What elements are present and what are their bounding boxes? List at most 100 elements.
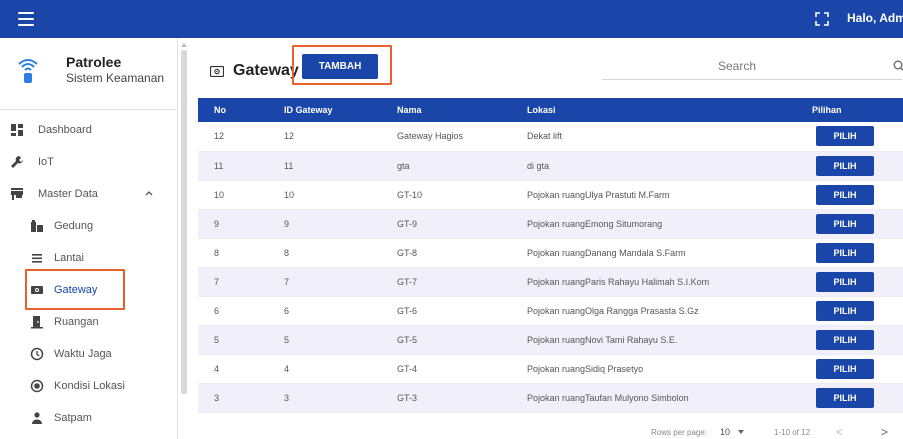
cell-action: PILIH: [796, 180, 903, 210]
gateway-icon: [210, 65, 224, 77]
table-row: 12 12 Gateway Hagios Dekat lift PILIH: [198, 122, 903, 152]
cell-lokasi: Pojokan ruangOlga Rangga Prasasta S.Gz: [511, 296, 796, 326]
add-button-highlight: [292, 45, 392, 85]
table-row: 3 3 GT-3 Pojokan ruangTaufan Mulyono Sim…: [198, 383, 903, 413]
column-header-no[interactable]: No: [198, 98, 268, 122]
brand-title: Patrolee: [66, 54, 122, 70]
cell-lokasi: Pojokan ruangNovi Tami Rahayu S.E.: [511, 325, 796, 355]
sidebar-item-label: IoT: [38, 156, 54, 168]
table-header-row: No ID Gateway Nama Lokasi Pilihan: [198, 98, 903, 122]
cell-action: PILIH: [796, 209, 903, 239]
sidebar-item-waktu-jaga[interactable]: Waktu Jaga: [0, 338, 178, 370]
cell-nama: GT-3: [381, 383, 511, 413]
search-field[interactable]: [602, 54, 903, 80]
table-row: 11 11 gta di gta PILIH: [198, 151, 903, 181]
door-icon: [31, 316, 43, 329]
cell-nama: GT-9: [381, 209, 511, 239]
cell-nama: GT-10: [381, 180, 511, 210]
page-range: 1-10 of 12: [774, 428, 811, 437]
pilih-button[interactable]: PILIH: [816, 126, 874, 147]
cell-id: 7: [268, 267, 381, 297]
page-title-text: Gateway: [233, 62, 299, 79]
cell-no: 4: [198, 354, 268, 384]
table-row: 7 7 GT-7 Pojokan ruangParis Rahayu Halim…: [198, 267, 903, 297]
cell-action: PILIH: [796, 267, 903, 297]
top-app-bar: Halo, Admin: [0, 0, 903, 38]
pilih-button[interactable]: PILIH: [816, 358, 874, 379]
cell-no: 12: [198, 122, 268, 152]
fullscreen-icon[interactable]: [815, 12, 829, 26]
cell-nama: gta: [381, 151, 511, 181]
cell-no: 3: [198, 383, 268, 413]
cell-id: 3: [268, 383, 381, 413]
clock-icon: [30, 347, 44, 361]
column-header-nama[interactable]: Nama: [381, 98, 511, 122]
rows-per-page-select[interactable]: 10: [720, 427, 745, 437]
sidebar-item-gedung[interactable]: Gedung: [0, 210, 178, 242]
wifi-logo-icon: [18, 59, 38, 83]
sidebar-scrollbar[interactable]: [181, 50, 187, 394]
radio-icon: [30, 379, 44, 393]
sidebar-item-kondisi-lokasi[interactable]: Kondisi Lokasi: [0, 370, 178, 402]
pilih-button[interactable]: PILIH: [816, 387, 874, 408]
prev-page-button[interactable]: <: [836, 425, 843, 439]
column-header-lokasi[interactable]: Lokasi: [511, 98, 796, 122]
pilih-button[interactable]: PILIH: [816, 213, 874, 234]
pilih-button[interactable]: PILIH: [816, 155, 874, 176]
cell-lokasi: Pojokan ruangParis Rahayu Halimah S.I.Ko…: [511, 267, 796, 297]
table-row: 4 4 GT-4 Pojokan ruangSidiq Prasetyo PIL…: [198, 354, 903, 384]
column-header-id-gateway[interactable]: ID Gateway: [268, 98, 381, 122]
sidebar-item-label: Waktu Jaga: [54, 348, 112, 360]
cell-id: 12: [268, 122, 381, 152]
cell-action: PILIH: [796, 151, 903, 181]
sidebar-item-label: Kondisi Lokasi: [54, 380, 125, 392]
pilih-button[interactable]: PILIH: [816, 242, 874, 263]
rows-per-page-value: 10: [720, 427, 731, 437]
pilih-button[interactable]: PILIH: [816, 184, 874, 205]
sidebar-item-iot[interactable]: IoT: [0, 146, 178, 178]
cell-nama: GT-8: [381, 238, 511, 268]
sidebar-item-master-data[interactable]: Master Data: [0, 178, 178, 210]
search-icon[interactable]: [893, 60, 903, 72]
person-icon: [32, 412, 42, 424]
sidebar-item-dashboard[interactable]: Dashboard: [0, 114, 178, 146]
table-row: 10 10 GT-10 Pojokan ruangUlya Prastuti M…: [198, 180, 903, 210]
cell-action: PILIH: [796, 238, 903, 268]
cell-no: 11: [198, 151, 268, 181]
pilih-button[interactable]: PILIH: [816, 300, 874, 321]
pilih-button[interactable]: PILIH: [816, 329, 874, 350]
menu-icon[interactable]: [18, 12, 34, 26]
cell-lokasi: di gta: [511, 151, 796, 181]
table-row: 5 5 GT-5 Pojokan ruangNovi Tami Rahayu S…: [198, 325, 903, 355]
sidebar-item-ruangan[interactable]: Ruangan: [0, 306, 178, 338]
sidebar-item-label: Dashboard: [38, 124, 92, 136]
cell-nama: GT-6: [381, 296, 511, 326]
cell-id: 9: [268, 209, 381, 239]
cell-id: 8: [268, 238, 381, 268]
sidebar-gateway-highlight: [25, 269, 125, 310]
user-greeting[interactable]: Halo, Admin: [847, 11, 903, 25]
sidebar: Patrolee Sistem Keamanan Dashboard IoT M…: [0, 38, 178, 439]
cell-id: 5: [268, 325, 381, 355]
cell-no: 7: [198, 267, 268, 297]
next-page-button[interactable]: >: [881, 425, 888, 439]
pilih-button[interactable]: PILIH: [816, 271, 874, 292]
cell-lokasi: Pojokan ruangTaufan Mulyono Simbolon: [511, 383, 796, 413]
search-input[interactable]: [602, 54, 872, 78]
cell-no: 10: [198, 180, 268, 210]
cell-id: 6: [268, 296, 381, 326]
cell-nama: GT-4: [381, 354, 511, 384]
cell-lokasi: Dekat lift: [511, 122, 796, 152]
table-row: 9 9 GT-9 Pojokan ruangEmong Situmorang P…: [198, 209, 903, 239]
cell-lokasi: Pojokan ruangEmong Situmorang: [511, 209, 796, 239]
cell-no: 8: [198, 238, 268, 268]
main-content: Gateway TAMBAH No ID Gateway Nama Lokasi…: [190, 38, 903, 439]
cell-action: PILIH: [796, 122, 903, 152]
cell-id: 10: [268, 180, 381, 210]
cell-action: PILIH: [796, 383, 903, 413]
scroll-up-arrow-icon[interactable]: [181, 41, 187, 48]
sidebar-item-label: Lantai: [54, 252, 84, 264]
list-icon: [32, 254, 42, 263]
sidebar-item-satpam[interactable]: Satpam: [0, 402, 178, 434]
cell-no: 6: [198, 296, 268, 326]
